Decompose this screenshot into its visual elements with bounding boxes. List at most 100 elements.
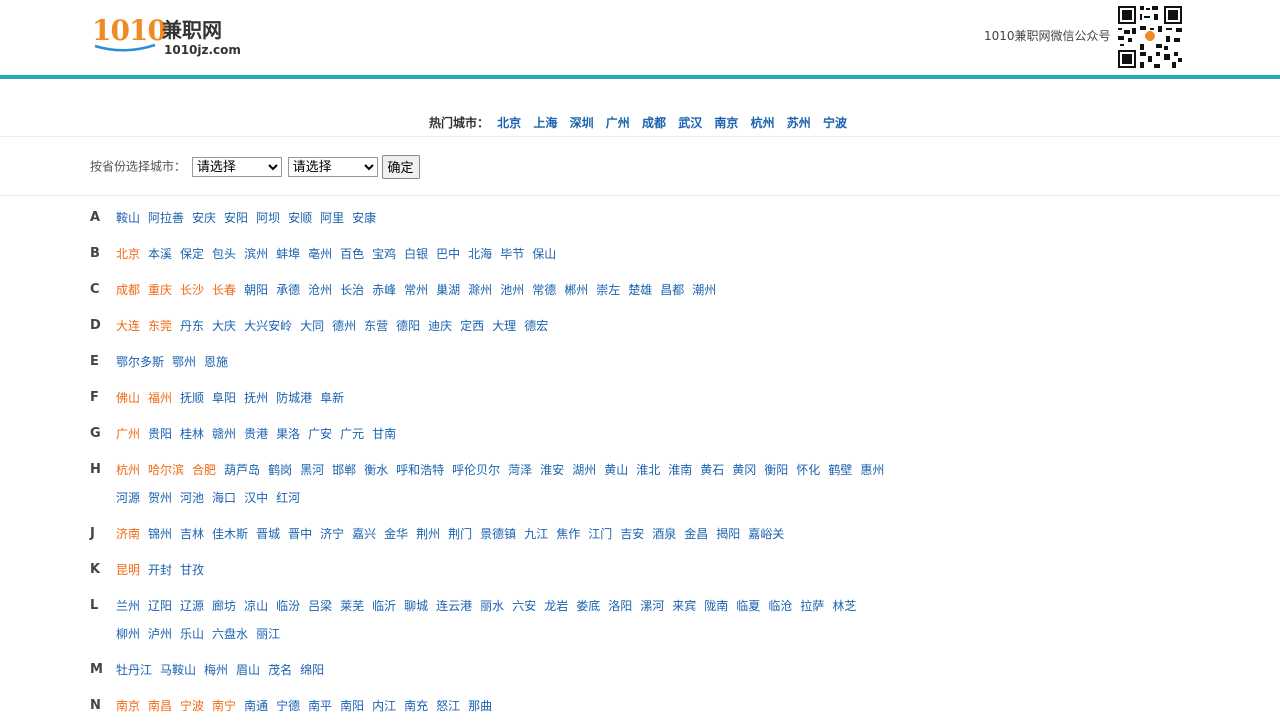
city-link[interactable]: 南宁 bbox=[212, 697, 236, 725]
hot-city-link[interactable]: 苏州 bbox=[787, 116, 811, 130]
city-link[interactable]: 巴中 bbox=[436, 245, 460, 273]
city-link[interactable]: 河源 bbox=[116, 489, 140, 517]
city-link[interactable]: 内江 bbox=[372, 697, 396, 725]
city-link[interactable]: 黑河 bbox=[300, 461, 324, 489]
city-link[interactable]: 迪庆 bbox=[428, 317, 452, 345]
city-link[interactable]: 长沙 bbox=[180, 281, 204, 309]
city-link[interactable]: 红河 bbox=[276, 489, 300, 517]
city-link[interactable]: 锦州 bbox=[148, 525, 172, 553]
city-link[interactable]: 开封 bbox=[148, 561, 172, 589]
city-link[interactable]: 东莞 bbox=[148, 317, 172, 345]
city-link[interactable]: 邯郸 bbox=[332, 461, 356, 489]
city-link[interactable]: 连云港 bbox=[436, 597, 472, 625]
city-link[interactable]: 赣州 bbox=[212, 425, 236, 453]
hot-city-link[interactable]: 广州 bbox=[606, 116, 630, 130]
city-link[interactable]: 南京 bbox=[116, 697, 140, 725]
city-link[interactable]: 亳州 bbox=[308, 245, 332, 273]
city-link[interactable]: 巢湖 bbox=[436, 281, 460, 309]
city-link[interactable]: 龙岩 bbox=[544, 597, 568, 625]
city-link[interactable]: 丹东 bbox=[180, 317, 204, 345]
city-link[interactable]: 漯河 bbox=[640, 597, 664, 625]
city-link[interactable]: 佛山 bbox=[116, 389, 140, 417]
city-link[interactable]: 成都 bbox=[116, 281, 140, 309]
city-link[interactable]: 广安 bbox=[308, 425, 332, 453]
city-link[interactable]: 黄石 bbox=[700, 461, 724, 489]
city-link[interactable]: 辽源 bbox=[180, 597, 204, 625]
city-link[interactable]: 承德 bbox=[276, 281, 300, 309]
city-link[interactable]: 陇南 bbox=[704, 597, 728, 625]
city-link[interactable]: 临沂 bbox=[372, 597, 396, 625]
city-link[interactable]: 毕节 bbox=[500, 245, 524, 273]
city-link[interactable]: 恩施 bbox=[204, 353, 228, 381]
city-link[interactable]: 汉中 bbox=[244, 489, 268, 517]
city-link[interactable]: 梅州 bbox=[204, 661, 228, 689]
city-link[interactable]: 丽水 bbox=[480, 597, 504, 625]
city-link[interactable]: 鹤壁 bbox=[828, 461, 852, 489]
city-link[interactable]: 重庆 bbox=[148, 281, 172, 309]
city-link[interactable]: 崇左 bbox=[596, 281, 620, 309]
city-link[interactable]: 包头 bbox=[212, 245, 236, 273]
city-link[interactable]: 常德 bbox=[532, 281, 556, 309]
city-link[interactable]: 德州 bbox=[332, 317, 356, 345]
city-link[interactable]: 酒泉 bbox=[652, 525, 676, 553]
city-link[interactable]: 兰州 bbox=[116, 597, 140, 625]
city-link[interactable]: 荆门 bbox=[448, 525, 472, 553]
city-link[interactable]: 长春 bbox=[212, 281, 236, 309]
city-link[interactable]: 乐山 bbox=[180, 625, 204, 653]
city-link[interactable]: 海口 bbox=[212, 489, 236, 517]
city-link[interactable]: 北京 bbox=[116, 245, 140, 273]
city-link[interactable]: 六安 bbox=[512, 597, 536, 625]
city-link[interactable]: 郴州 bbox=[564, 281, 588, 309]
city-link[interactable]: 沧州 bbox=[308, 281, 332, 309]
city-link[interactable]: 绵阳 bbox=[300, 661, 324, 689]
hot-city-link[interactable]: 武汉 bbox=[678, 116, 702, 130]
city-link[interactable]: 宁波 bbox=[180, 697, 204, 725]
city-link[interactable]: 洛阳 bbox=[608, 597, 632, 625]
city-link[interactable]: 菏泽 bbox=[508, 461, 532, 489]
city-link[interactable]: 朝阳 bbox=[244, 281, 268, 309]
city-link[interactable]: 阿坝 bbox=[256, 209, 280, 237]
city-link[interactable]: 蚌埠 bbox=[276, 245, 300, 273]
city-link[interactable]: 佳木斯 bbox=[212, 525, 248, 553]
city-link[interactable]: 丽江 bbox=[256, 625, 280, 653]
city-link[interactable]: 广州 bbox=[116, 425, 140, 453]
city-link[interactable]: 晋中 bbox=[288, 525, 312, 553]
city-link[interactable]: 辽阳 bbox=[148, 597, 172, 625]
city-link[interactable]: 滁州 bbox=[468, 281, 492, 309]
city-link[interactable]: 凉山 bbox=[244, 597, 268, 625]
city-link[interactable]: 临汾 bbox=[276, 597, 300, 625]
city-link[interactable]: 嘉峪关 bbox=[748, 525, 784, 553]
city-link[interactable]: 六盘水 bbox=[212, 625, 248, 653]
city-link[interactable]: 贵阳 bbox=[148, 425, 172, 453]
city-link[interactable]: 安康 bbox=[352, 209, 376, 237]
city-link[interactable]: 大庆 bbox=[212, 317, 236, 345]
city-link[interactable]: 那曲 bbox=[468, 697, 492, 725]
city-link[interactable]: 鞍山 bbox=[116, 209, 140, 237]
city-link[interactable]: 大兴安岭 bbox=[244, 317, 292, 345]
city-link[interactable]: 阜新 bbox=[320, 389, 344, 417]
city-link[interactable]: 哈尔滨 bbox=[148, 461, 184, 489]
city-link[interactable]: 南昌 bbox=[148, 697, 172, 725]
city-link[interactable]: 昆明 bbox=[116, 561, 140, 589]
city-link[interactable]: 本溪 bbox=[148, 245, 172, 273]
city-link[interactable]: 昌都 bbox=[660, 281, 684, 309]
city-link[interactable]: 怒江 bbox=[436, 697, 460, 725]
city-link[interactable]: 衡水 bbox=[364, 461, 388, 489]
city-link[interactable]: 阿拉善 bbox=[148, 209, 184, 237]
city-link[interactable]: 百色 bbox=[340, 245, 364, 273]
city-link[interactable]: 金华 bbox=[384, 525, 408, 553]
city-link[interactable]: 潮州 bbox=[692, 281, 716, 309]
city-link[interactable]: 北海 bbox=[468, 245, 492, 273]
city-link[interactable]: 白银 bbox=[404, 245, 428, 273]
city-link[interactable]: 池州 bbox=[500, 281, 524, 309]
city-link[interactable]: 廊坊 bbox=[212, 597, 236, 625]
city-link[interactable]: 马鞍山 bbox=[160, 661, 196, 689]
city-link[interactable]: 德宏 bbox=[524, 317, 548, 345]
city-link[interactable]: 鹤岗 bbox=[268, 461, 292, 489]
hot-city-link[interactable]: 北京 bbox=[497, 116, 521, 130]
city-link[interactable]: 江门 bbox=[588, 525, 612, 553]
site-logo[interactable]: 1010 兼职网 1010jz.com bbox=[92, 16, 252, 60]
city-link[interactable]: 呼伦贝尔 bbox=[452, 461, 500, 489]
city-link[interactable]: 衡阳 bbox=[764, 461, 788, 489]
city-link[interactable]: 保定 bbox=[180, 245, 204, 273]
